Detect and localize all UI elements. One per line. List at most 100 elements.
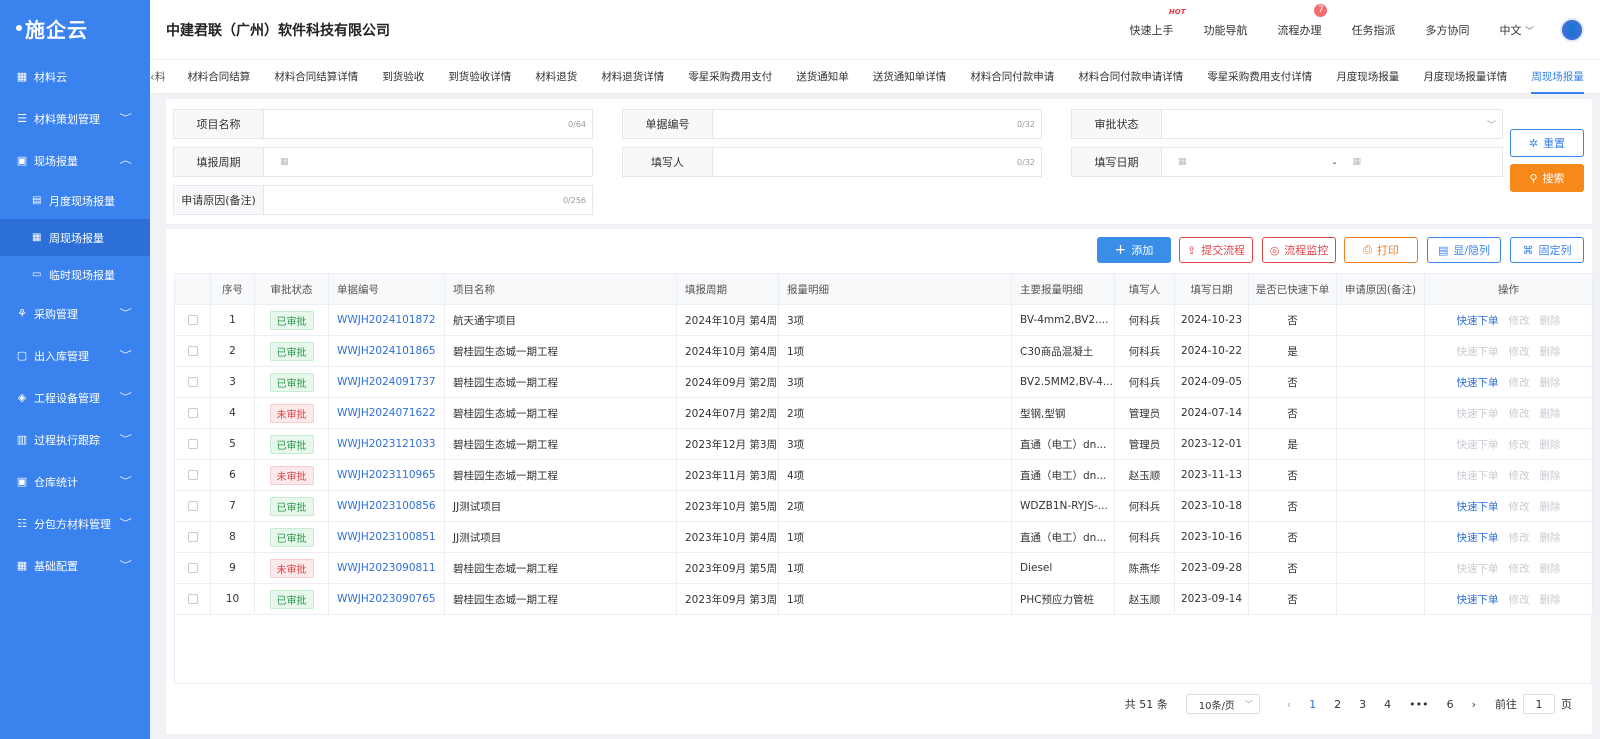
doc-code-link[interactable]: WWJH2023121033 bbox=[337, 438, 436, 450]
reason-field[interactable]: 申请原因(备注) 0/256 bbox=[173, 185, 593, 215]
next-page-icon[interactable]: › bbox=[1472, 698, 1476, 711]
table-row[interactable]: 2 已审批 WWJH2024101865 碧桂园生态城一期工程 2024年10月 第4周… bbox=[174, 335, 1593, 367]
delete-button[interactable]: 删除 bbox=[1540, 532, 1561, 544]
search-button[interactable]: ⚲ 搜索 bbox=[1510, 164, 1584, 192]
page-number[interactable]: 1 bbox=[1309, 698, 1316, 711]
row-checkbox[interactable] bbox=[187, 377, 198, 387]
page-number[interactable]: 3 bbox=[1359, 698, 1366, 711]
tab-15[interactable]: 周现场报量 bbox=[1531, 60, 1584, 94]
doc-code-link[interactable]: WWJH2023090811 bbox=[337, 562, 436, 574]
delete-button[interactable]: 删除 bbox=[1540, 439, 1561, 451]
delete-button[interactable]: 删除 bbox=[1540, 563, 1561, 575]
row-checkbox[interactable] bbox=[187, 470, 198, 480]
doc-code-link[interactable]: WWJH2023110965 bbox=[337, 469, 436, 481]
tab-6[interactable]: 材料退货详情 bbox=[601, 60, 664, 94]
tab-9[interactable]: 送货通知单详情 bbox=[873, 60, 947, 94]
edit-button[interactable]: 修改 bbox=[1509, 408, 1530, 420]
edit-button[interactable]: 修改 bbox=[1509, 315, 1530, 327]
quick-order-button[interactable]: 快速下单 bbox=[1457, 532, 1499, 544]
quick-order-button[interactable]: 快速下单 bbox=[1457, 346, 1499, 358]
doc-code-link[interactable]: WWJH2024101865 bbox=[337, 345, 436, 357]
sidebar-item-3[interactable]: ▣ 现场报量 ︿ bbox=[0, 140, 150, 182]
edit-button[interactable]: 修改 bbox=[1509, 439, 1530, 451]
quick-order-button[interactable]: 快速下单 bbox=[1457, 408, 1499, 420]
tab-5[interactable]: 材料退货 bbox=[535, 60, 577, 94]
func-nav-link[interactable]: 功能导航 bbox=[1203, 22, 1247, 38]
table-row[interactable]: 7 已审批 WWJH2023100856 JJ测试项目 2023年10月 第5周 2项 WD… bbox=[174, 490, 1593, 522]
edit-button[interactable]: 修改 bbox=[1509, 377, 1530, 389]
edit-button[interactable]: 修改 bbox=[1509, 470, 1530, 482]
page-number[interactable]: 6 bbox=[1447, 698, 1454, 711]
sidebar-item-12[interactable]: ☷ 分包方材料管理 ﹀ bbox=[0, 503, 150, 545]
table-row[interactable]: 10 已审批 WWJH2023090765 碧桂园生态城一期工程 2023年09月 第3… bbox=[174, 583, 1593, 615]
tab-14[interactable]: 月度现场报量详情 bbox=[1423, 60, 1507, 94]
doc-code-link[interactable]: WWJH2024101872 bbox=[337, 314, 436, 326]
period-picker[interactable]: 填报周期 ▦ bbox=[173, 147, 593, 177]
sidebar-item-9[interactable]: ◈ 工程设备管理 ﹀ bbox=[0, 377, 150, 419]
tab-1[interactable]: 材料合同结算 bbox=[187, 60, 250, 94]
quick-order-button[interactable]: 快速下单 bbox=[1457, 439, 1499, 451]
goto-page-input[interactable]: 1 bbox=[1523, 694, 1555, 714]
table-row[interactable]: 6 未审批 WWJH2023110965 碧桂园生态城一期工程 2023年11月 第3周… bbox=[174, 459, 1593, 491]
submit-flow-button[interactable]: ⇪ 提交流程 bbox=[1179, 237, 1253, 263]
table-row[interactable]: 9 未审批 WWJH2023090811 碧桂园生态城一期工程 2023年09月 第5周… bbox=[174, 552, 1593, 584]
tab-8[interactable]: 送货通知单 bbox=[796, 60, 849, 94]
sidebar-item-4[interactable]: ▤ 月度现场报量 bbox=[0, 182, 150, 219]
tab-4[interactable]: 到货验收详情 bbox=[448, 60, 511, 94]
doc-code-link[interactable]: WWJH2023090765 bbox=[337, 593, 436, 605]
table-row[interactable]: 4 未审批 WWJH2024071622 碧桂园生态城一期工程 2024年07月 第2周… bbox=[174, 397, 1593, 429]
prev-page-icon[interactable]: ‹ bbox=[1287, 698, 1291, 711]
doc-code-link[interactable]: WWJH2023100856 bbox=[337, 500, 436, 512]
sidebar-item-11[interactable]: ▣ 仓库统计 ﹀ bbox=[0, 461, 150, 503]
delete-button[interactable]: 删除 bbox=[1540, 594, 1561, 606]
tab-partial[interactable]: 料 bbox=[155, 60, 166, 94]
toggle-columns-button[interactable]: ▤ 显/隐列 bbox=[1427, 237, 1501, 263]
monitor-flow-button[interactable]: ◎ 流程监控 bbox=[1262, 237, 1336, 263]
page-number[interactable]: 4 bbox=[1384, 698, 1391, 711]
print-button[interactable]: ⎙ 打印 bbox=[1344, 237, 1418, 263]
sidebar-item-8[interactable]: ▢ 出入库管理 ﹀ bbox=[0, 335, 150, 377]
edit-button[interactable]: 修改 bbox=[1509, 346, 1530, 358]
avatar[interactable]: 👤 bbox=[1560, 18, 1584, 42]
doc-code-link[interactable]: WWJH2023100851 bbox=[337, 531, 436, 543]
table-row[interactable]: 5 已审批 WWJH2023121033 碧桂园生态城一期工程 2023年12月 第3周… bbox=[174, 428, 1593, 460]
fill-date-range[interactable]: 填写日期 ▦ - ▦ bbox=[1071, 147, 1503, 177]
row-checkbox[interactable] bbox=[187, 346, 198, 356]
edit-button[interactable]: 修改 bbox=[1509, 501, 1530, 513]
quick-start-link[interactable]: 快速上手 HOT bbox=[1129, 8, 1185, 38]
page-number[interactable]: 2 bbox=[1334, 698, 1341, 711]
row-checkbox[interactable] bbox=[187, 501, 198, 511]
edit-button[interactable]: 修改 bbox=[1509, 594, 1530, 606]
page-size-select[interactable]: 10条/页 ﹀ bbox=[1185, 694, 1260, 714]
quick-order-button[interactable]: 快速下单 bbox=[1457, 501, 1499, 513]
table-row[interactable]: 1 已审批 WWJH2024101872 航天通宇项目 2024年10月 第4周 3项 BV… bbox=[174, 304, 1593, 336]
doc-code-link[interactable]: WWJH2024091737 bbox=[337, 376, 436, 388]
sidebar-item-2[interactable]: ☰ 材料策划管理 ﹀ bbox=[0, 98, 150, 140]
row-checkbox[interactable] bbox=[187, 315, 198, 325]
sidebar-item-7[interactable]: ⚘ 采购管理 ﹀ bbox=[0, 293, 150, 335]
edit-button[interactable]: 修改 bbox=[1509, 563, 1530, 575]
filler-field[interactable]: 填写人 0/32 bbox=[622, 147, 1042, 177]
collab-link[interactable]: 多方协同 bbox=[1425, 22, 1469, 38]
doc-code-link[interactable]: WWJH2024071622 bbox=[337, 407, 436, 419]
tab-2[interactable]: 材料合同结算详情 bbox=[274, 60, 358, 94]
delete-button[interactable]: 删除 bbox=[1540, 408, 1561, 420]
process-link[interactable]: 流程办理 7 bbox=[1277, 4, 1328, 38]
quick-order-button[interactable]: 快速下单 bbox=[1457, 594, 1499, 606]
tab-3[interactable]: 到货验收 bbox=[382, 60, 424, 94]
delete-button[interactable]: 删除 bbox=[1540, 501, 1561, 513]
sidebar-item-5[interactable]: ▦ 周现场报量 bbox=[0, 219, 150, 256]
sidebar-item-6[interactable]: ▭ 临时现场报量 bbox=[0, 256, 150, 293]
row-checkbox[interactable] bbox=[187, 594, 198, 604]
reset-button[interactable]: ✲ 重置 bbox=[1510, 129, 1584, 157]
task-link[interactable]: 任务指派 bbox=[1351, 22, 1395, 38]
doc-no-field[interactable]: 单据编号 0/32 bbox=[622, 109, 1042, 139]
sidebar-item-10[interactable]: ▥ 过程执行跟踪 ﹀ bbox=[0, 419, 150, 461]
row-checkbox[interactable] bbox=[187, 532, 198, 542]
table-row[interactable]: 8 已审批 WWJH2023100851 JJ测试项目 2023年10月 第4周 1项 直通… bbox=[174, 521, 1593, 553]
edit-button[interactable]: 修改 bbox=[1509, 532, 1530, 544]
row-checkbox[interactable] bbox=[187, 408, 198, 418]
quick-order-button[interactable]: 快速下单 bbox=[1457, 470, 1499, 482]
table-row[interactable]: 3 已审批 WWJH2024091737 碧桂园生态城一期工程 2024年09月 第2周… bbox=[174, 366, 1593, 398]
quick-order-button[interactable]: 快速下单 bbox=[1457, 315, 1499, 327]
